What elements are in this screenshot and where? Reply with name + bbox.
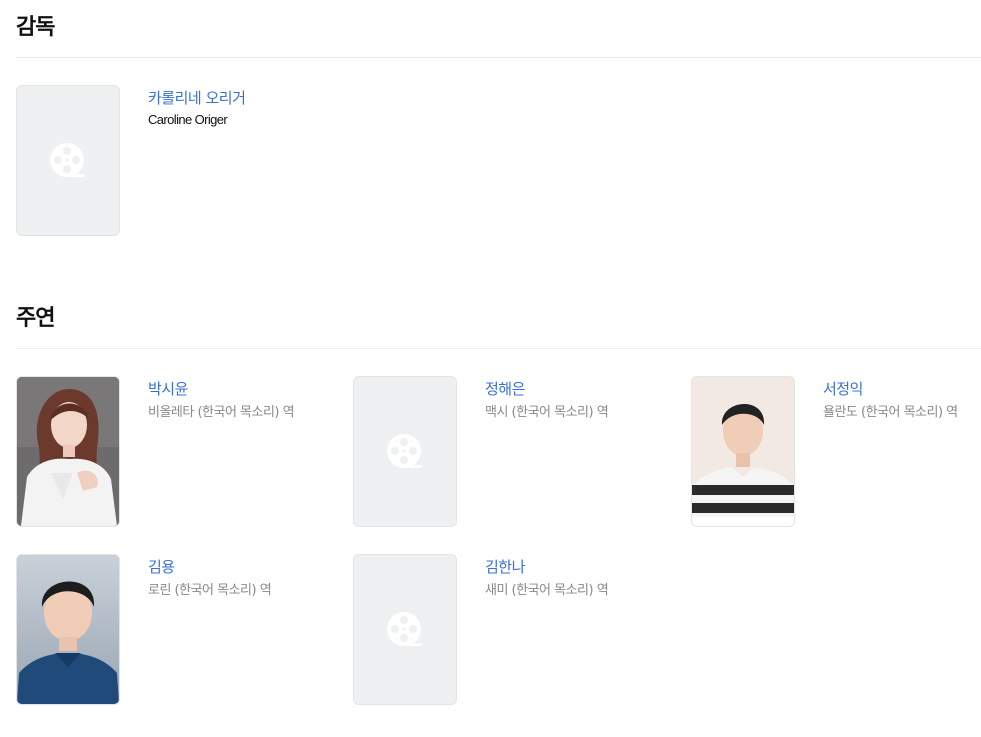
cast-role: 새미 (한국어 목소리) 역 — [485, 583, 609, 598]
film-reel-icon — [387, 433, 422, 468]
portrait-man-icon — [692, 377, 794, 526]
director-card: 카롤리네 오리거 Caroline Origer — [16, 85, 346, 237]
cast-photo[interactable] — [16, 554, 120, 705]
director-photo-placeholder[interactable] — [16, 85, 120, 236]
cast-role: 로린 (한국어 목소리) 역 — [148, 583, 272, 598]
cast-card: 김용 로린 (한국어 목소리) 역 — [16, 554, 346, 706]
cast-photo-placeholder[interactable] — [353, 554, 457, 705]
cast-info: 김한나 새미 (한국어 목소리) 역 — [485, 556, 685, 600]
cast-info: 박시윤 비올레타 (한국어 목소리) 역 — [148, 378, 348, 422]
cast-info: 서정익 욜란도 (한국어 목소리) 역 — [823, 378, 981, 422]
cast-info: 정해은 맥시 (한국어 목소리) 역 — [485, 378, 685, 422]
director-name-link[interactable]: 카롤리네 오리거 — [148, 87, 246, 109]
cast-role: 욜란도 (한국어 목소리) 역 — [823, 405, 958, 420]
cast-role: 비올레타 (한국어 목소리) 역 — [148, 405, 295, 420]
section-divider — [16, 57, 981, 58]
cast-card: 박시윤 비올레타 (한국어 목소리) 역 — [16, 376, 346, 528]
cast-card: 서정익 욜란도 (한국어 목소리) 역 — [691, 376, 981, 528]
film-reel-icon — [387, 611, 422, 646]
film-reel-icon — [50, 142, 85, 177]
cast-photo-placeholder[interactable] — [353, 376, 457, 527]
section-title-director: 감독 — [16, 15, 55, 40]
cast-name-link[interactable]: 정해은 — [485, 378, 525, 400]
cast-info: 김용 로린 (한국어 목소리) 역 — [148, 556, 348, 600]
cast-photo[interactable] — [16, 376, 120, 527]
director-name-english: Caroline Origer — [148, 112, 228, 127]
cast-name-link[interactable]: 박시윤 — [148, 378, 188, 400]
cast-role: 맥시 (한국어 목소리) 역 — [485, 405, 609, 420]
director-section: 감독 — [16, 13, 981, 58]
cast-name-link[interactable]: 김한나 — [485, 556, 525, 578]
cast-section: 주연 — [16, 304, 981, 349]
section-divider — [16, 348, 981, 349]
cast-name-link[interactable]: 김용 — [148, 556, 175, 578]
director-info: 카롤리네 오리거 Caroline Origer — [148, 87, 348, 129]
portrait-woman-icon — [17, 377, 119, 526]
cast-name-link[interactable]: 서정익 — [823, 378, 863, 400]
section-title-cast: 주연 — [16, 306, 55, 331]
cast-card: 김한나 새미 (한국어 목소리) 역 — [353, 554, 683, 706]
cast-card: 정해은 맥시 (한국어 목소리) 역 — [353, 376, 683, 528]
portrait-man-icon — [17, 555, 119, 704]
cast-photo[interactable] — [691, 376, 795, 527]
